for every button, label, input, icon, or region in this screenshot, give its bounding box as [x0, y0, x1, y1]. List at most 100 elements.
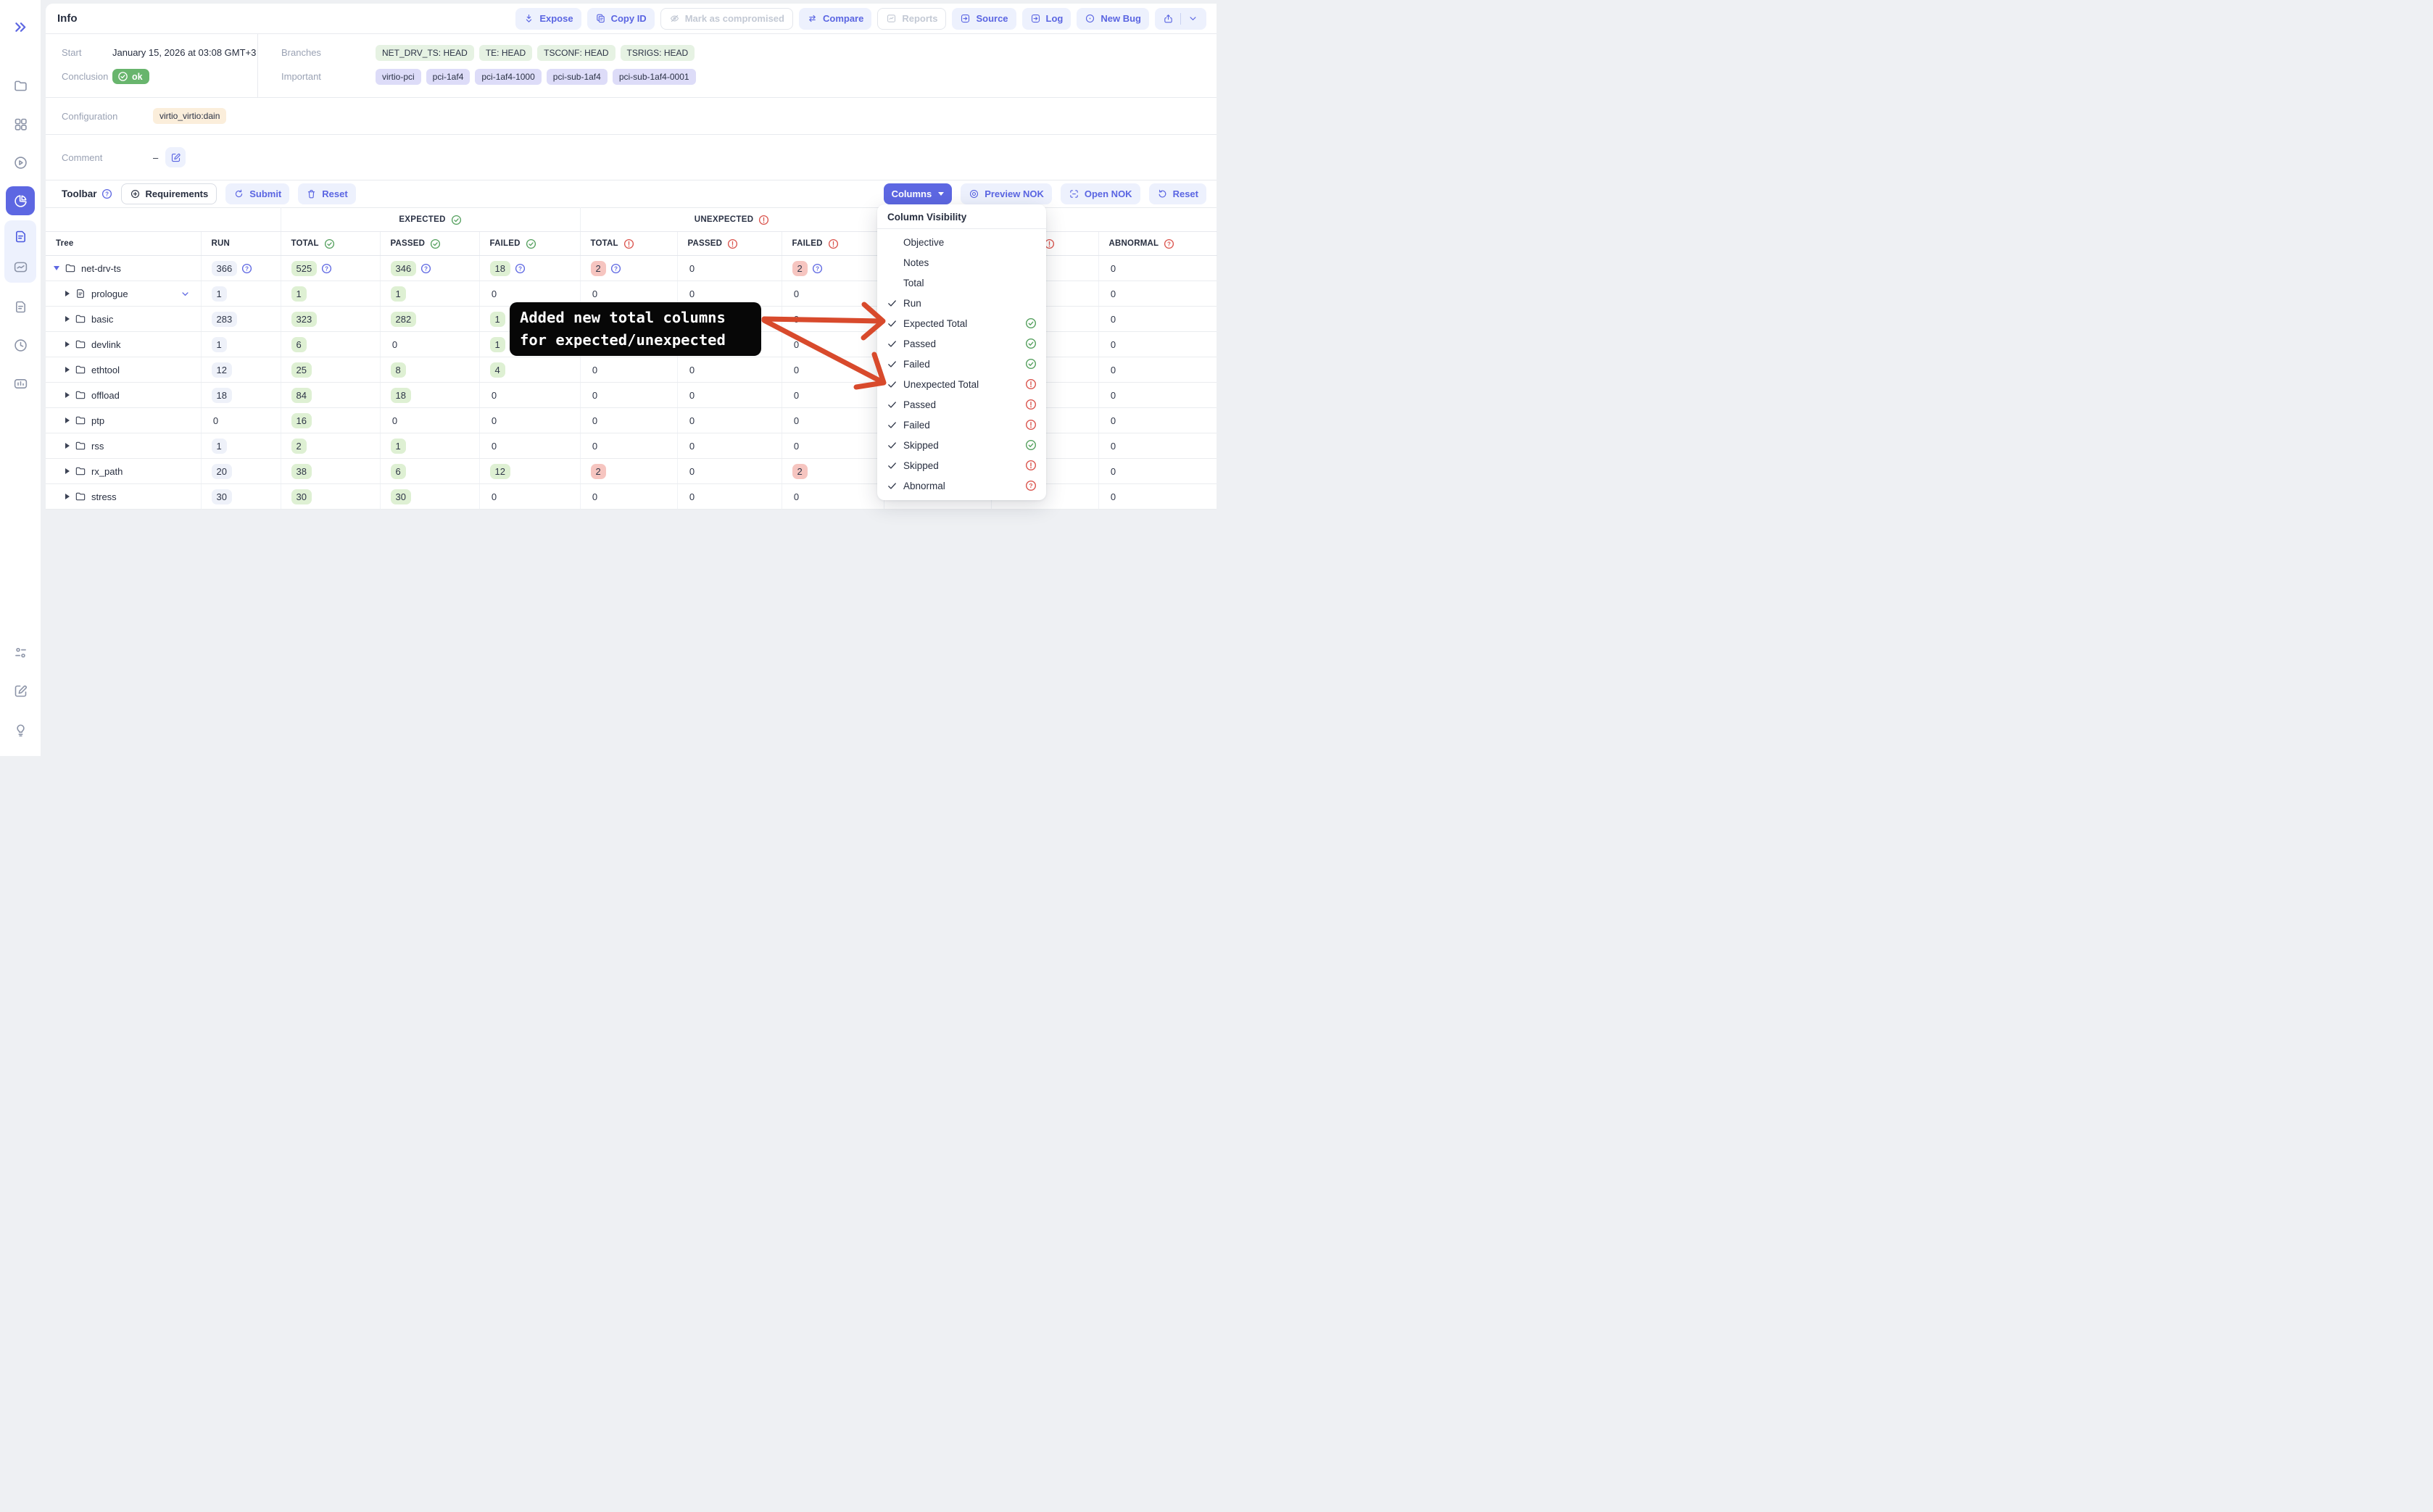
help-circle-icon[interactable]: ? — [610, 263, 621, 274]
sidebar-item-docs[interactable] — [6, 292, 35, 321]
tree-item-name[interactable]: basic — [91, 314, 113, 325]
alert-circle-icon — [759, 215, 769, 225]
source-button[interactable]: Source — [952, 7, 1016, 30]
info-left-column: Start January 15, 2026 at 03:08 GMT+3 Co… — [46, 34, 258, 97]
dropdown-item[interactable]: Notes — [877, 252, 1046, 273]
tree-item-name[interactable]: devlink — [91, 339, 120, 350]
sidebar-item-run-details[interactable] — [6, 186, 35, 215]
tree-item-name[interactable]: offload — [91, 390, 120, 401]
folder-icon — [75, 441, 86, 450]
alert-circle-icon — [623, 238, 634, 249]
tree-expand-expander[interactable] — [65, 367, 70, 373]
tree-expand-expander[interactable] — [65, 443, 70, 449]
sidebar-item-edit[interactable] — [6, 676, 35, 705]
comment-edit-button[interactable] — [165, 147, 186, 167]
tree-expand-expander[interactable] — [65, 341, 70, 347]
reset-button[interactable]: Reset — [298, 183, 356, 204]
cell-te: 84 — [281, 382, 381, 408]
dropdown-item[interactable]: Skipped — [877, 455, 1046, 475]
sidebar-item-run-charts[interactable] — [6, 252, 35, 281]
sidebar-item-run-log[interactable] — [6, 222, 35, 251]
help-circle-icon[interactable]: ? — [241, 263, 252, 274]
tree-item-name[interactable]: ptp — [91, 415, 104, 426]
cell-fu: 0 — [782, 331, 884, 357]
sidebar-item-measurements[interactable] — [6, 369, 35, 398]
cell-fe: 0 — [479, 483, 581, 510]
toolbar-label-group: Toolbar ? — [62, 188, 112, 199]
dropdown-item-label: Notes — [903, 257, 929, 268]
copy-id-button[interactable]: Copy ID — [587, 7, 655, 30]
alert-circle-icon — [1025, 460, 1037, 471]
share-button-group[interactable] — [1155, 7, 1206, 30]
configuration-badge[interactable]: virtio_virtio:dain — [153, 108, 227, 124]
svg-text:?: ? — [816, 265, 819, 272]
tree-collapse-expander[interactable] — [54, 266, 59, 270]
sidebar-item-help[interactable] — [6, 715, 35, 744]
sidebar-item-runs[interactable] — [6, 71, 35, 100]
submit-button[interactable]: Submit — [225, 183, 290, 204]
sidebar-item-history[interactable] — [6, 331, 35, 360]
dropdown-item[interactable]: Abnormal? — [877, 475, 1046, 496]
preview-nok-button[interactable]: Preview NOK — [961, 183, 1052, 204]
tree-item-name[interactable]: ethtool — [91, 365, 120, 375]
open-nok-button[interactable]: Open NOK — [1060, 183, 1140, 204]
dropdown-item[interactable]: Skipped — [877, 435, 1046, 455]
mark-compromised-button[interactable]: Mark as compromised — [660, 7, 793, 30]
tree-item-name[interactable]: rss — [91, 441, 104, 452]
dropdown-item[interactable]: Expected Total — [877, 313, 1046, 333]
cell-fu: 2 — [782, 458, 884, 484]
tree-expand-expander[interactable] — [65, 468, 70, 474]
tree-item-name[interactable]: rx_path — [91, 466, 123, 477]
folder-icon — [14, 80, 27, 91]
new-bug-button[interactable]: New Bug — [1077, 7, 1149, 30]
preview-nok-label: Preview NOK — [985, 188, 1044, 199]
check-circle-icon — [1025, 317, 1037, 329]
undo-rotate-icon — [1159, 189, 1166, 198]
tree-item-name[interactable]: stress — [91, 491, 117, 502]
cell-te: 525? — [281, 255, 381, 281]
dropdown-item[interactable]: Objective — [877, 232, 1046, 252]
alert-circle-icon — [1025, 419, 1037, 431]
help-circle-icon[interactable]: ? — [515, 263, 526, 274]
dropdown-item-label: Skipped — [903, 439, 939, 451]
help-circle-icon[interactable]: ? — [812, 263, 823, 274]
tree-expand-expander[interactable] — [65, 418, 70, 423]
sidebar-item-live[interactable] — [6, 148, 35, 177]
chevron-down-icon[interactable] — [180, 288, 191, 299]
reports-button[interactable]: Reports — [877, 7, 947, 30]
dropdown-item[interactable]: Run — [877, 293, 1046, 313]
tree-item-name[interactable]: net-drv-ts — [81, 263, 121, 274]
dropdown-item[interactable]: Failed — [877, 354, 1046, 374]
help-circle-icon[interactable]: ? — [321, 263, 332, 274]
folder-icon — [75, 340, 86, 349]
tree-expand-expander[interactable] — [65, 392, 70, 398]
help-circle-icon[interactable]: ? — [101, 188, 112, 199]
dropdown-item[interactable]: Total — [877, 273, 1046, 293]
tree-expand-expander[interactable] — [65, 494, 70, 499]
log-button[interactable]: Log — [1021, 7, 1072, 30]
sidebar-item-dashboard[interactable] — [6, 109, 35, 138]
sidebar-item-settings[interactable] — [6, 638, 35, 667]
requirements-button[interactable]: Requirements — [120, 183, 217, 204]
dropdown-title: Column Visibility — [877, 204, 1046, 229]
dropdown-item[interactable]: Failed — [877, 415, 1046, 435]
dropdown-item[interactable]: Passed — [877, 333, 1046, 354]
tree-item-name[interactable]: prologue — [91, 288, 128, 299]
branches-label: Branches — [281, 47, 321, 58]
cell-pu: 0 — [677, 357, 782, 383]
columns-button[interactable]: Columns — [883, 183, 953, 204]
reset-table-button[interactable]: Reset — [1148, 183, 1206, 204]
dropdown-item[interactable]: Unexpected Total — [877, 374, 1046, 394]
help-circle-icon[interactable]: ? — [420, 263, 431, 274]
compare-button[interactable]: Compare — [798, 7, 872, 30]
mark-compromised-label: Mark as compromised — [684, 13, 784, 24]
tree-expand-expander[interactable] — [65, 291, 70, 296]
sidebar-collapse-icon[interactable] — [13, 20, 28, 38]
check-circle-icon — [1025, 358, 1037, 370]
expose-button[interactable]: Expose — [515, 7, 581, 30]
tree-expand-expander[interactable] — [65, 316, 70, 322]
svg-text:?: ? — [518, 265, 522, 272]
dropdown-item[interactable]: Passed — [877, 394, 1046, 415]
svg-text:?: ? — [1029, 482, 1032, 489]
column-visibility-dropdown: Column Visibility Objective Notes Total Run… — [877, 204, 1046, 500]
